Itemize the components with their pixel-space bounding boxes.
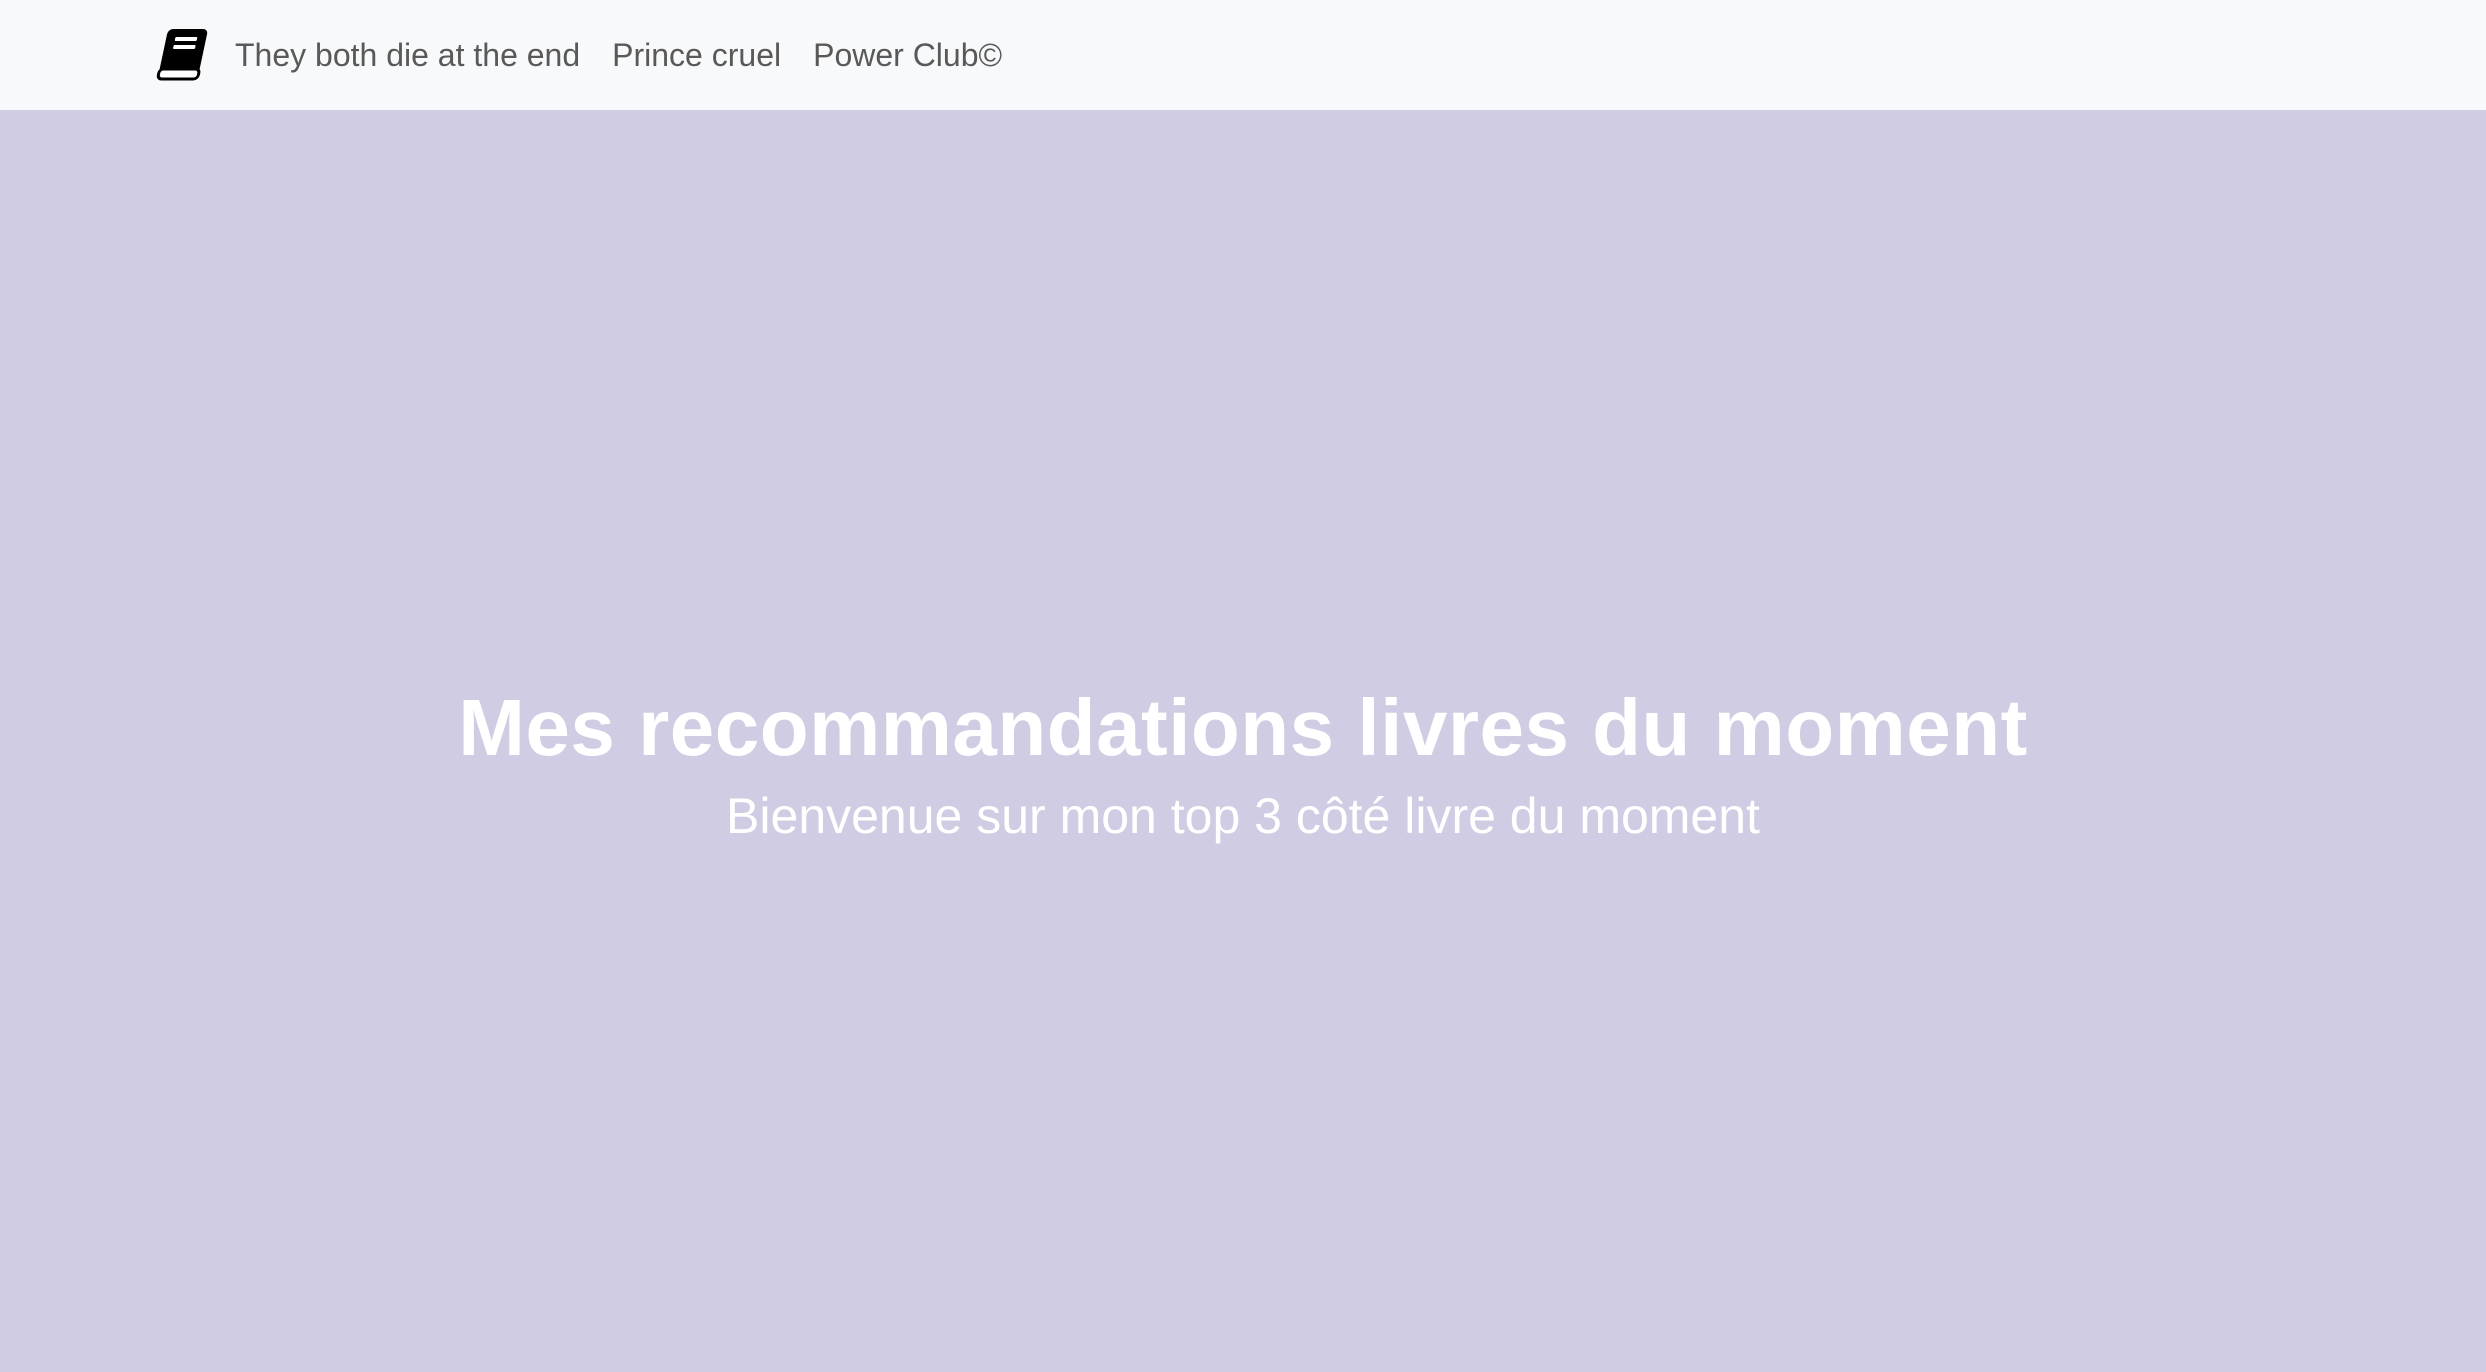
hero-title: Mes recommandations livres du moment (458, 683, 2028, 772)
hero-section: Mes recommandations livres du moment Bie… (0, 110, 2486, 1372)
nav-links: They both die at the end Prince cruel Po… (235, 37, 1018, 74)
hero-subtitle: Bienvenue sur mon top 3 côté livre du mo… (726, 788, 1760, 844)
navbar: They both die at the end Prince cruel Po… (0, 0, 2486, 110)
nav-link-they-both-die[interactable]: They both die at the end (235, 37, 596, 74)
nav-link-power-club[interactable]: Power Club© (797, 37, 1018, 74)
book-icon (156, 29, 208, 81)
brand-logo-link[interactable] (155, 25, 215, 85)
nav-link-prince-cruel[interactable]: Prince cruel (596, 37, 797, 74)
